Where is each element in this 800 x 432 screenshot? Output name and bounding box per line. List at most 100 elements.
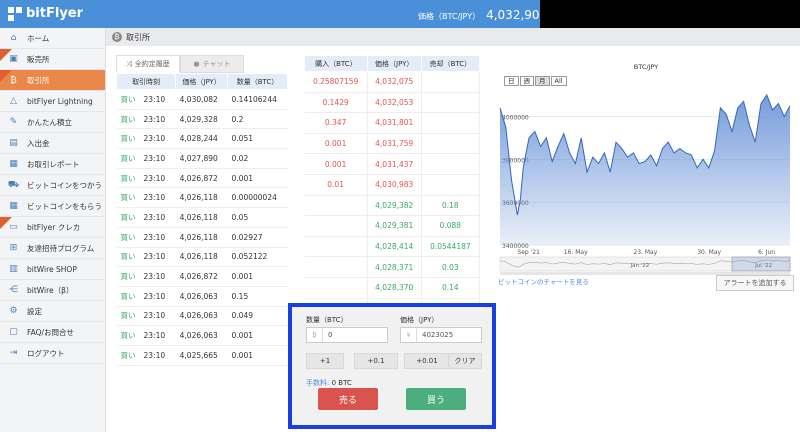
bid-price[interactable]: 4,028,370 xyxy=(367,277,422,299)
bid-price[interactable]: 4,029,381 xyxy=(367,215,422,237)
range-button[interactable]: 週 xyxy=(519,76,534,86)
plus-0.1-button[interactable]: +0.1 xyxy=(354,353,398,369)
sidebar-item-6[interactable]: ▦ お取引レポート xyxy=(0,154,105,175)
tab-all-trades[interactable]: ⤨ 全約定履歴 xyxy=(116,55,180,73)
trade-price: 4,029,328 xyxy=(175,109,228,130)
bid-price[interactable]: 4,029,382 xyxy=(367,195,422,217)
clear-button[interactable]: クリア xyxy=(448,353,482,369)
trade-side: 買い xyxy=(120,134,136,144)
bid-qty[interactable]: 0.14 xyxy=(421,277,481,299)
sidebar-item-8[interactable]: ▦ ビットコインをもらう xyxy=(0,196,105,217)
buy-button[interactable]: 買う xyxy=(406,388,466,410)
ask-price[interactable]: 4,030,983 xyxy=(367,174,422,196)
trade-side: 買い xyxy=(120,173,136,183)
price-label: 価格（BTC/JPY） xyxy=(418,12,481,21)
bid-price[interactable]: 4,028,414 xyxy=(367,236,422,258)
bid-row[interactable]: 4,029,381 0.088 xyxy=(304,215,481,237)
ask-row[interactable]: 0.1429 4,032,053 xyxy=(304,92,481,114)
sidebar-item-2[interactable]: ₿ 取引所 xyxy=(0,70,105,91)
tab-chat[interactable]: ● チャット xyxy=(180,55,244,73)
sidebar-item-label: FAQ/お問合せ xyxy=(27,327,75,337)
lightning-icon: △ xyxy=(10,96,17,106)
ask-qty[interactable]: 0.001 xyxy=(304,133,368,155)
trade-time: 23:10 xyxy=(143,212,166,222)
sell-button[interactable]: 売る xyxy=(318,388,378,410)
trade-price: 4,030,082 xyxy=(175,89,228,110)
sidebar-item-7[interactable]: ⛟ ビットコインをつかう xyxy=(0,175,105,196)
bid-row[interactable]: 4,028,371 0.03 xyxy=(304,256,481,278)
ask-row[interactable]: 0.347 4,031,801 xyxy=(304,112,481,134)
range-button[interactable]: 月 xyxy=(535,76,550,86)
trade-qty: 0.001 xyxy=(227,266,288,287)
navigator-label: Jan '22 xyxy=(630,263,650,269)
bid-qty[interactable]: 0.03 xyxy=(421,256,481,278)
range-button[interactable]: 日 xyxy=(504,76,519,86)
ask-row[interactable]: 0.01 4,030,983 xyxy=(304,174,481,196)
trade-time: 23:10 xyxy=(143,173,166,183)
sidebar-item-label: 友達招待プログラム xyxy=(27,243,95,253)
ask-row[interactable]: 0.001 4,031,759 xyxy=(304,133,481,155)
sidebar-item-10[interactable]: ⊞ 友達招待プログラム xyxy=(0,238,105,259)
range-button[interactable]: All xyxy=(550,76,567,86)
sidebar-item-12[interactable]: ⋲ bitWire（β） xyxy=(0,280,105,301)
price-field[interactable]: ¥ 4023025 xyxy=(400,327,482,343)
ask-row[interactable]: 0.001 4,031,437 xyxy=(304,153,481,175)
wallet-icon: ▤ xyxy=(9,138,18,148)
trade-time: 23:10 xyxy=(143,272,166,282)
shuffle-icon: ⤨ xyxy=(126,59,132,68)
bid-qty[interactable]: 0.18 xyxy=(421,195,481,217)
sidebar-item-1[interactable]: ▣ 販売所 xyxy=(0,49,105,70)
plus-1-button[interactable]: +1 xyxy=(306,353,344,369)
trade-qty: 0.049 xyxy=(227,306,288,327)
sidebar-item-0[interactable]: ⌂ ホーム xyxy=(0,28,105,49)
ask-qty[interactable]: 0.347 xyxy=(304,112,368,134)
gear-icon: ⚙ xyxy=(9,306,18,316)
ask-qty[interactable]: 0.1429 xyxy=(304,92,368,114)
bid-row[interactable]: 4,028,414 0.0544187 xyxy=(304,236,481,258)
ask-price[interactable]: 4,032,075 xyxy=(367,71,422,93)
trade-time: 23:10 xyxy=(143,153,166,163)
ask-qty[interactable]: 0.001 xyxy=(304,153,368,175)
trade-price: 4,026,118 xyxy=(175,207,228,228)
ask-qty[interactable]: 0.01 xyxy=(304,174,368,196)
sidebar-item-9[interactable]: ▭ bitFlyer クレカ xyxy=(0,217,105,238)
history-tabs: ⤨ 全約定履歴 ● チャット xyxy=(116,55,244,73)
trade-price: 4,026,063 xyxy=(175,306,228,327)
cart-icon: ⛟ xyxy=(7,179,20,190)
add-alert-button[interactable]: アラートを追加する xyxy=(716,275,794,291)
ask-price[interactable]: 4,031,437 xyxy=(367,153,422,175)
plus-0.01-button[interactable]: +0.01 xyxy=(404,353,450,369)
bid-qty[interactable]: 0.0544187 xyxy=(421,236,481,258)
chart-link[interactable]: ビットコインのチャートを見る xyxy=(498,276,589,286)
column-header: 取引時刻 xyxy=(115,73,177,90)
ask-qty[interactable]: 0.25807159 xyxy=(304,71,368,93)
fee-label: 手数料: xyxy=(306,379,330,387)
tab-label: チャット xyxy=(202,60,231,68)
sidebar-item-3[interactable]: △ bitFlyer Lightning xyxy=(0,91,105,112)
sidebar-item-13[interactable]: ⚙ 設定 xyxy=(0,301,105,322)
store-icon: ▥ xyxy=(9,264,18,274)
bid-row[interactable]: 4,029,382 0.18 xyxy=(304,195,481,217)
order-panel: 数量（BTC） ₿ 0 価格（JPY） ¥ 4023025 +1 +0.1 +0… xyxy=(288,303,496,429)
sidebar-item-11[interactable]: ▥ bitWire SHOP xyxy=(0,259,105,280)
sidebar-item-5[interactable]: ▤ 入出金 xyxy=(0,133,105,154)
sidebar-item-4[interactable]: ✎ かんたん積立 xyxy=(0,112,105,133)
new-badge xyxy=(0,49,12,61)
sidebar-item-15[interactable]: ⇥ ログアウト xyxy=(0,343,105,364)
trade-side-time: 買い 23:10 xyxy=(116,286,176,307)
bid-row[interactable]: 4,028,370 0.14 xyxy=(304,277,481,299)
sidebar-item-14[interactable]: ▢ FAQ/お問合せ xyxy=(0,322,105,343)
bid-price[interactable]: 4,028,371 xyxy=(367,256,422,278)
ask-price[interactable]: 4,031,801 xyxy=(367,112,422,134)
logo[interactable]: bitFlyer xyxy=(8,6,83,21)
ask-price[interactable]: 4,032,053 xyxy=(367,92,422,114)
ask-row[interactable]: 0.25807159 4,032,075 xyxy=(304,71,481,93)
trade-price: 4,026,063 xyxy=(175,286,228,307)
bid-qty[interactable]: 0.088 xyxy=(421,215,481,237)
qty-field[interactable]: ₿ 0 xyxy=(306,327,388,343)
ask-price[interactable]: 4,031,759 xyxy=(367,133,422,155)
trade-side: 買い xyxy=(120,94,136,104)
trade-price: 4,026,063 xyxy=(175,325,228,346)
trade-side: 買い xyxy=(120,212,136,222)
trade-side-time: 買い 23:10 xyxy=(116,207,176,228)
